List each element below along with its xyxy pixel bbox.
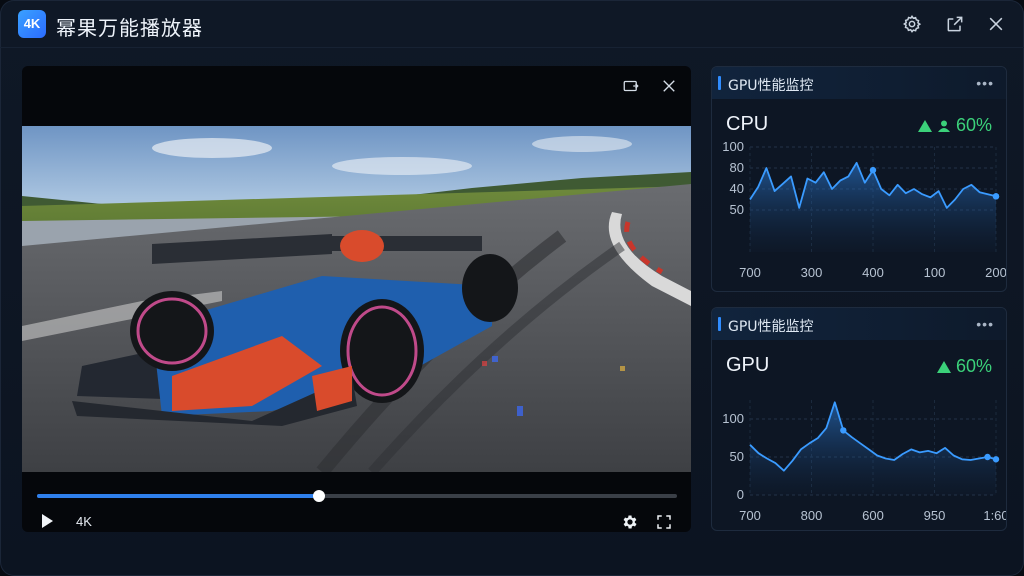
trend-up-icon xyxy=(917,119,932,132)
quality-label[interactable]: 4K xyxy=(76,514,92,529)
header-accent xyxy=(718,317,721,331)
share-icon xyxy=(947,16,963,32)
data-point xyxy=(869,166,877,174)
progress-bar[interactable] xyxy=(37,490,677,502)
header-accent xyxy=(718,76,721,90)
y-tick-label: 80 xyxy=(730,160,744,175)
metric-label: GPU xyxy=(726,354,770,376)
cpu-monitor-panel: GPU性能监控 ••• CPU 60% 100 80 40 50 700 300 400 10… xyxy=(711,66,1007,292)
close-icon xyxy=(989,17,1003,31)
gpu-chart: 100 50 0 700 800 600 950 1:60 xyxy=(722,400,1007,523)
x-tick-label: 400 xyxy=(862,265,884,280)
progress-fill xyxy=(37,494,319,498)
gpu-monitor-panel: GPU性能监控 ••• GPU 60% 100 50 0 700 800 600 950 1:… xyxy=(711,307,1007,531)
cast-icon xyxy=(623,80,639,92)
share-button[interactable] xyxy=(943,12,967,36)
app-window: 4K 幂果万能播放器 4K GPU性能监控 ••• CPU 60% 100 80… xyxy=(0,0,1024,576)
x-tick-label: 600 xyxy=(862,508,884,523)
settings-icon xyxy=(903,15,922,33)
app-logo: 4K xyxy=(18,10,46,38)
metric-value-text: 60% xyxy=(955,356,992,376)
title-bar: 4K 幂果万能播放器 xyxy=(0,0,1024,48)
settings-button[interactable] xyxy=(900,12,924,36)
player-settings-button[interactable] xyxy=(618,510,642,532)
y-tick-label: 0 xyxy=(737,487,744,502)
x-tick-label: 100 xyxy=(924,265,946,280)
monitor-title: GPU性能监控 xyxy=(728,78,814,94)
y-tick-label: 100 xyxy=(722,411,744,426)
more-menu-button[interactable]: ••• xyxy=(976,316,994,332)
data-point xyxy=(840,427,847,434)
play-button[interactable] xyxy=(38,512,56,530)
metric-label: CPU xyxy=(726,113,769,135)
app-title: 幂果万能播放器 xyxy=(56,16,203,40)
x-tick-label: 700 xyxy=(739,265,761,280)
trend-up-icon xyxy=(936,360,951,373)
metric-value: 60% xyxy=(917,115,992,136)
fullscreen-button[interactable] xyxy=(652,510,676,532)
progress-thumb[interactable] xyxy=(312,490,325,502)
monitor-header: GPU性能监控 ••• xyxy=(712,67,1006,99)
metric-value: 60% xyxy=(936,356,992,377)
play-icon xyxy=(42,514,53,528)
close-icon xyxy=(663,80,675,92)
x-tick-label: 800 xyxy=(801,508,823,523)
cast-button[interactable] xyxy=(619,74,643,98)
x-tick-label: 300 xyxy=(801,265,823,280)
video-frame[interactable] xyxy=(22,126,691,472)
data-point xyxy=(992,456,1000,463)
monitor-title: GPU性能监控 xyxy=(728,319,814,335)
y-tick-label: 50 xyxy=(730,449,744,464)
metric-value-text: 60% xyxy=(955,115,992,135)
video-player: 4K xyxy=(22,66,691,532)
user-icon xyxy=(937,120,950,132)
y-tick-label: 100 xyxy=(722,139,744,154)
y-tick-label: 40 xyxy=(730,181,744,196)
settings-icon xyxy=(623,515,637,529)
player-controls: 4K xyxy=(22,472,691,532)
series-area xyxy=(750,162,996,252)
fullscreen-icon xyxy=(657,515,671,529)
data-point xyxy=(984,453,991,461)
x-tick-label: 200 xyxy=(985,265,1007,280)
more-menu-button[interactable]: ••• xyxy=(976,75,994,91)
x-tick-label: 1:60 xyxy=(983,508,1007,523)
x-tick-label: 950 xyxy=(924,508,946,523)
x-tick-label: 700 xyxy=(739,508,761,523)
y-tick-label: 50 xyxy=(730,202,744,217)
monitor-header: GPU性能监控 ••• xyxy=(712,308,1006,340)
cpu-chart: 100 80 40 50 700 300 400 100 200 xyxy=(722,139,1007,280)
close-video-button[interactable] xyxy=(657,74,681,98)
close-window-button[interactable] xyxy=(984,12,1008,36)
data-point xyxy=(992,193,1000,200)
